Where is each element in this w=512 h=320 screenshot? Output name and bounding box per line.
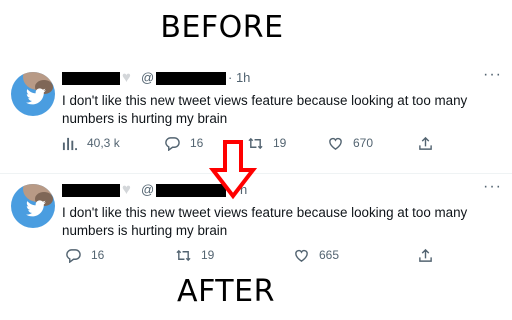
more-icon[interactable]: ··· — [483, 66, 502, 84]
retweet-icon — [176, 249, 191, 262]
bird-icon — [26, 200, 46, 217]
like-button[interactable]: 665 — [294, 248, 339, 263]
heart-icon: ♥ — [122, 181, 131, 198]
share-icon — [419, 136, 432, 150]
reply-count: 16 — [91, 248, 105, 262]
reply-icon — [66, 249, 81, 263]
reply-button[interactable]: 16 — [66, 248, 104, 263]
handle-at: @ — [141, 182, 155, 197]
like-icon — [329, 137, 342, 150]
before-heading: BEFORE — [160, 10, 284, 45]
views-button[interactable]: 40,3 k — [62, 136, 120, 151]
heart-icon: ♥ — [122, 69, 131, 86]
retweet-button[interactable]: 19 — [176, 248, 214, 263]
bird-icon — [26, 88, 46, 105]
views-count: 40,3 k — [87, 136, 120, 150]
reply-icon — [165, 137, 180, 151]
like-icon — [295, 249, 308, 262]
retweet-count: 19 — [273, 136, 287, 150]
tweet-text: I don't like this new tweet views featur… — [62, 93, 468, 126]
like-count: 670 — [353, 136, 374, 150]
tweet-time[interactable]: · 1h — [228, 70, 250, 85]
reply-button[interactable]: 16 — [165, 136, 203, 151]
share-icon — [419, 248, 432, 262]
handle-at: @ — [141, 70, 155, 85]
share-button[interactable] — [418, 248, 443, 263]
redacted-name[interactable] — [62, 184, 120, 197]
after-heading: AFTER — [177, 274, 275, 309]
tweet-text: I don't like this new tweet views featur… — [62, 205, 468, 238]
like-count: 665 — [319, 248, 340, 262]
redacted-handle[interactable] — [156, 72, 226, 85]
like-button[interactable]: 670 — [328, 136, 373, 151]
down-arrow — [209, 140, 257, 200]
reply-count: 16 — [190, 136, 204, 150]
redacted-name[interactable] — [62, 72, 120, 85]
retweet-count: 19 — [201, 248, 215, 262]
avatar[interactable] — [11, 184, 55, 228]
more-icon[interactable]: ··· — [483, 178, 502, 196]
tweet-actions: 16 19 665 — [62, 248, 442, 268]
share-button[interactable] — [418, 136, 443, 151]
avatar[interactable] — [11, 72, 55, 116]
views-icon — [62, 137, 77, 151]
